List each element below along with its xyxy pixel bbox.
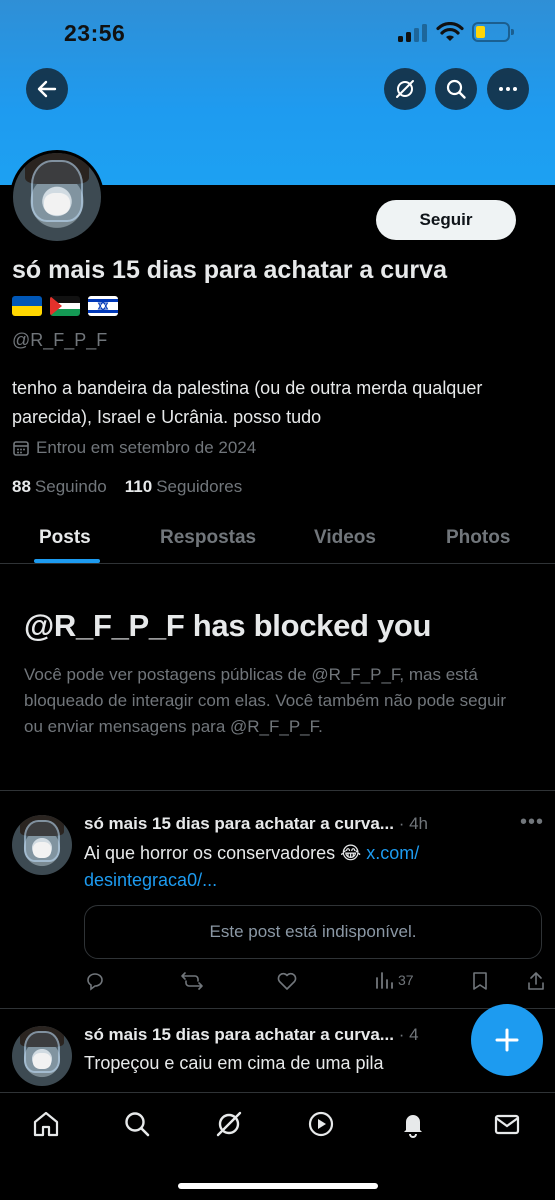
tab-posts[interactable]: Posts [39, 512, 91, 564]
bookmark-button[interactable] [470, 970, 490, 992]
heart-icon [277, 972, 297, 990]
post-time: · 4h [398, 814, 428, 833]
profile-tabs: Posts Respostas Videos Photos [0, 512, 555, 564]
profile-stats: 88 Seguindo 110 Seguidores [12, 477, 242, 497]
more-horizontal-icon [499, 87, 517, 91]
status-time: 23:56 [64, 20, 126, 46]
post-avatar[interactable] [12, 815, 72, 875]
post-avatar[interactable] [12, 1026, 72, 1086]
nav-notifications[interactable] [398, 1109, 428, 1139]
search-icon [446, 79, 466, 99]
post-body: Ai que horror os conservadores 😂 [84, 843, 362, 863]
follow-button[interactable]: Seguir [376, 200, 516, 240]
profile-flags [12, 296, 118, 316]
grok-icon [396, 80, 414, 98]
post-time: · 4 [398, 1025, 419, 1044]
followers-count: 110 [124, 477, 153, 496]
views-count: 37 [398, 972, 414, 988]
search-button[interactable] [435, 68, 477, 110]
post-author[interactable]: só mais 15 dias para achatar a curva... [84, 814, 394, 833]
signal-icon [398, 24, 428, 42]
views-icon [376, 972, 393, 989]
repost-icon [181, 972, 203, 990]
calendar-icon [13, 441, 29, 456]
blocked-message: Você pode ver postagens públicas de @R_F… [24, 665, 506, 736]
more-options-button[interactable] [487, 68, 529, 110]
tab-respostas[interactable]: Respostas [160, 512, 256, 564]
quoted-post-unavailable: Este post está indisponível. [84, 905, 542, 959]
followers-label: Seguidores [156, 477, 243, 496]
divider [0, 1008, 555, 1009]
following-link[interactable]: 88 Seguindo [12, 477, 107, 497]
tab-videos[interactable]: Videos [314, 512, 376, 564]
mail-icon [494, 1114, 520, 1135]
compose-post-button[interactable] [471, 1004, 543, 1076]
nav-grok[interactable] [214, 1109, 244, 1139]
grok-button[interactable] [384, 68, 426, 110]
nav-videos[interactable] [306, 1109, 336, 1139]
profile-bio: tenho a bandeira da palestina (ou de out… [12, 378, 483, 427]
following-label: Seguindo [34, 477, 107, 496]
ukraine-flag [12, 296, 42, 316]
play-circle-icon [308, 1111, 334, 1137]
share-icon [528, 972, 544, 990]
search-icon [125, 1112, 150, 1137]
post-header: só mais 15 dias para achatar a curva... … [84, 1025, 419, 1045]
post-header: só mais 15 dias para achatar a curva... … [84, 814, 428, 834]
plus-icon [495, 1028, 519, 1052]
wifi-icon [436, 22, 464, 41]
blocked-title: @R_F_P_F has blocked you [24, 608, 432, 643]
nav-home[interactable] [31, 1109, 61, 1139]
israel-flag [88, 296, 118, 316]
home-indicator [178, 1183, 378, 1189]
profile-joined: Entrou em setembro de 2024 [12, 438, 256, 458]
profile-handle: @R_F_P_F [12, 330, 108, 350]
battery-icon [472, 22, 514, 42]
palestine-flag [50, 296, 80, 316]
arrow-left-icon [37, 80, 57, 98]
bookmark-icon [473, 972, 487, 990]
post-text: Ai que horror os conservadores 😂 x.com/ … [84, 840, 504, 894]
like-button[interactable] [276, 970, 298, 992]
active-tab-indicator [34, 559, 100, 563]
tab-photos[interactable]: Photos [446, 512, 510, 564]
bell-icon [404, 1115, 422, 1138]
post-author[interactable]: só mais 15 dias para achatar a curva... [84, 1025, 394, 1044]
share-button[interactable] [526, 970, 546, 992]
reply-button[interactable] [84, 970, 106, 992]
reply-icon [87, 973, 103, 991]
followers-link[interactable]: 110 Seguidores [125, 477, 242, 497]
home-icon [33, 1111, 59, 1137]
repost-button[interactable] [180, 970, 204, 992]
nav-messages[interactable] [492, 1109, 522, 1139]
divider [0, 790, 555, 791]
post-more-icon[interactable]: ••• [520, 811, 544, 834]
post-text: Tropeçou e caiu em cima de uma pila [84, 1053, 384, 1073]
post-actions: 37 [84, 970, 544, 994]
joined-date: Entrou em setembro de 2024 [36, 438, 257, 457]
profile-avatar[interactable] [10, 150, 104, 244]
status-bar: 23:56 [0, 0, 555, 66]
following-count: 88 [12, 477, 31, 496]
views-button[interactable]: 37 [374, 970, 414, 990]
back-button[interactable] [26, 68, 68, 110]
nav-search[interactable] [122, 1109, 152, 1139]
grok-icon [216, 1111, 242, 1137]
profile-display-name: só mais 15 dias para achatar a curva [12, 256, 447, 284]
